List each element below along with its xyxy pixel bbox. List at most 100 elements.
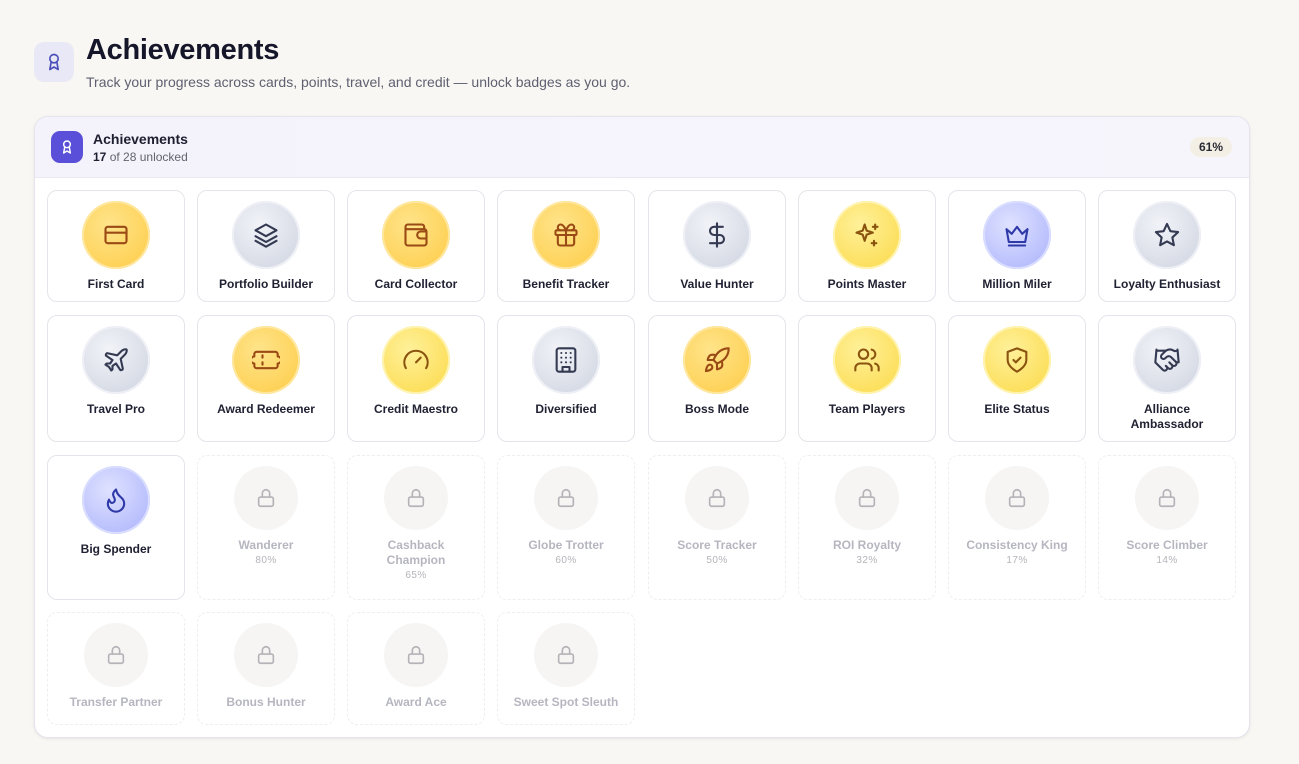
lock-icon — [234, 623, 298, 687]
achievement-label: Award Ace — [385, 695, 447, 709]
achievement-label: Globe Trotter — [528, 538, 604, 552]
achievement-label: Diversified — [535, 402, 597, 416]
star-icon — [1133, 201, 1201, 269]
achievement-travel-pro[interactable]: Travel Pro — [47, 315, 185, 442]
award-icon — [51, 131, 83, 163]
achievement-label: Card Collector — [374, 277, 458, 291]
achievement-progress: 14% — [1156, 555, 1178, 566]
achievement-sweet-spot-sleuth[interactable]: Sweet Spot Sleuth — [497, 612, 635, 725]
achievement-label: Points Master — [827, 277, 907, 291]
wallet-icon — [382, 201, 450, 269]
layers-icon — [232, 201, 300, 269]
dollar-icon — [683, 201, 751, 269]
achievement-label: Portfolio Builder — [219, 277, 313, 291]
lock-icon — [384, 623, 448, 687]
achievement-label: Credit Maestro — [373, 402, 459, 416]
achievement-score-climber[interactable]: Score Climber 14% — [1098, 455, 1236, 600]
achievement-label: First Card — [87, 277, 145, 291]
building-icon — [532, 326, 600, 394]
unlocked-count: 17 of 28 unlocked — [93, 150, 188, 164]
page-title: Achievements — [86, 34, 280, 66]
page-header: Achievements Track your progress across … — [34, 34, 630, 90]
flame-icon — [82, 466, 150, 534]
achievement-progress: 32% — [856, 555, 878, 566]
achievement-credit-maestro[interactable]: Credit Maestro — [347, 315, 485, 442]
ticket-icon — [232, 326, 300, 394]
achievement-label: Million Miler — [982, 277, 1052, 291]
achievement-first-card[interactable]: First Card — [47, 190, 185, 302]
achievement-label: Sweet Spot Sleuth — [513, 695, 619, 709]
achievement-label: Big Spender — [80, 542, 152, 556]
achievement-diversified[interactable]: Diversified — [497, 315, 635, 442]
lock-icon — [384, 466, 448, 530]
achievement-elite-status[interactable]: Elite Status — [948, 315, 1086, 442]
panel-header: Achievements 17 of 28 unlocked 61% — [35, 117, 1249, 178]
achievement-transfer-partner[interactable]: Transfer Partner — [47, 612, 185, 725]
award-icon — [34, 42, 74, 82]
achievement-globe-trotter[interactable]: Globe Trotter 60% — [497, 455, 635, 600]
achievement-label: Benefit Tracker — [522, 277, 610, 291]
achievement-label: Boss Mode — [684, 402, 749, 416]
achievement-label: Transfer Partner — [69, 695, 163, 709]
achievement-points-master[interactable]: Points Master — [798, 190, 936, 302]
achievement-card-collector[interactable]: Card Collector — [347, 190, 485, 302]
achievement-progress: 80% — [255, 555, 277, 566]
page-subtitle: Track your progress across cards, points… — [86, 74, 631, 90]
achievement-progress: 50% — [706, 555, 728, 566]
achievement-progress: 60% — [555, 555, 577, 566]
achievement-consistency-king[interactable]: Consistency King 17% — [948, 455, 1086, 600]
achievement-label: Score Climber — [1126, 538, 1208, 552]
unlocked-total: of 28 unlocked — [106, 149, 188, 164]
gift-icon — [532, 201, 600, 269]
lock-icon — [985, 466, 1049, 530]
achievement-progress: 65% — [405, 570, 427, 581]
achievement-award-redeemer[interactable]: Award Redeemer — [197, 315, 335, 442]
achievement-award-ace[interactable]: Award Ace — [347, 612, 485, 725]
achievement-benefit-tracker[interactable]: Benefit Tracker — [497, 190, 635, 302]
achievement-label: Loyalty Enthusiast — [1113, 277, 1221, 291]
achievement-label: Team Players — [828, 402, 906, 416]
panel-title: Achievements — [93, 130, 188, 147]
achievement-bonus-hunter[interactable]: Bonus Hunter — [197, 612, 335, 725]
achievement-label: Bonus Hunter — [226, 695, 306, 709]
achievement-loyalty-enthusiast[interactable]: Loyalty Enthusiast — [1098, 190, 1236, 302]
achievement-label: Wanderer — [238, 538, 294, 552]
lock-icon — [234, 466, 298, 530]
shield-check-icon — [983, 326, 1051, 394]
achievement-boss-mode[interactable]: Boss Mode — [648, 315, 786, 442]
achievement-alliance-ambassador[interactable]: Alliance Ambassador — [1098, 315, 1236, 442]
achievement-portfolio-builder[interactable]: Portfolio Builder — [197, 190, 335, 302]
achievement-label: Cashback Champion — [386, 538, 446, 567]
achievement-value-hunter[interactable]: Value Hunter — [648, 190, 786, 302]
achievement-progress: 17% — [1006, 555, 1028, 566]
users-icon — [833, 326, 901, 394]
achievement-score-tracker[interactable]: Score Tracker 50% — [648, 455, 786, 600]
lock-icon — [835, 466, 899, 530]
achievement-million-miler[interactable]: Million Miler — [948, 190, 1086, 302]
achievement-label: Travel Pro — [86, 402, 146, 416]
achievement-label: Value Hunter — [680, 277, 754, 291]
achievement-team-players[interactable]: Team Players — [798, 315, 936, 442]
achievement-label: Consistency King — [966, 538, 1068, 552]
achievement-roi-royalty[interactable]: ROI Royalty 32% — [798, 455, 936, 600]
lock-icon — [534, 623, 598, 687]
lock-icon — [685, 466, 749, 530]
achievement-cashback-champion[interactable]: Cashback Champion 65% — [347, 455, 485, 600]
achievement-label: Elite Status — [984, 402, 1050, 416]
achievement-wanderer[interactable]: Wanderer 80% — [197, 455, 335, 600]
rocket-icon — [683, 326, 751, 394]
achievement-big-spender[interactable]: Big Spender — [47, 455, 185, 600]
lock-icon — [1135, 466, 1199, 530]
achievement-label: Score Tracker — [677, 538, 757, 552]
lock-icon — [84, 623, 148, 687]
achievements-panel: Achievements 17 of 28 unlocked 61% First… — [34, 116, 1250, 738]
achievement-label: ROI Royalty — [832, 538, 901, 552]
achievement-label: Award Redeemer — [217, 402, 315, 416]
achievement-label: Alliance Ambassador — [1130, 402, 1204, 431]
plane-icon — [82, 326, 150, 394]
lock-icon — [534, 466, 598, 530]
handshake-icon — [1133, 326, 1201, 394]
crown-icon — [983, 201, 1051, 269]
progress-percent-badge: 61% — [1189, 137, 1232, 157]
credit-card-icon — [82, 201, 150, 269]
